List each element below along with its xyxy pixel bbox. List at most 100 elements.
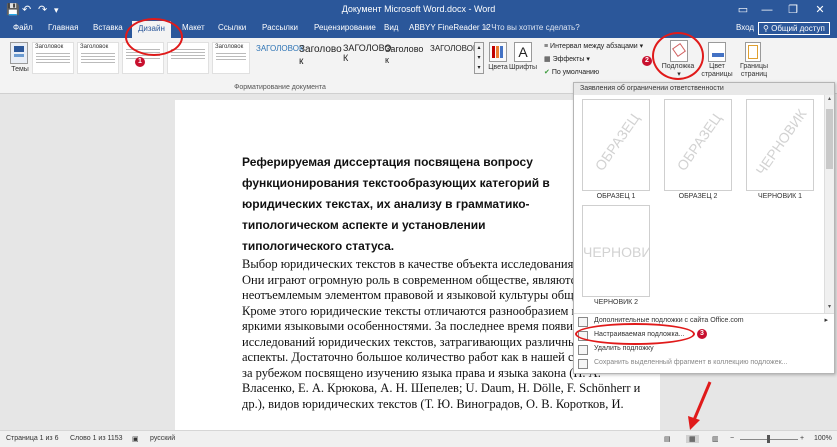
title-bar: 💾 ↶ ↷ ▾ Документ Microsoft Word.docx - W… xyxy=(0,0,837,20)
page-borders-icon[interactable] xyxy=(745,42,761,62)
fonts-label: Шрифты xyxy=(508,64,538,71)
checkmark-icon: ✔ xyxy=(544,69,552,76)
set-default-label: По умолчанию xyxy=(551,69,600,76)
web-layout-icon[interactable]: ▥ xyxy=(712,435,719,443)
tab-layout[interactable]: Макет xyxy=(182,23,205,32)
watermark-caption: ЧЕРНОВИК 1 xyxy=(757,193,803,200)
tab-home[interactable]: Главная xyxy=(48,23,78,32)
tab-abbyy[interactable]: ABBYY FineReader 12 xyxy=(409,23,491,32)
tab-references[interactable]: Ссылки xyxy=(218,23,246,32)
print-layout-icon[interactable]: ▦ xyxy=(686,435,699,443)
style-set-thumb[interactable]: Заголовок xyxy=(32,42,74,74)
set-default-button[interactable]: ✔ По умолчанию xyxy=(544,68,599,76)
ribbon-display-icon[interactable]: ▭ xyxy=(733,2,753,18)
tab-file[interactable]: Файл xyxy=(13,23,33,32)
chevron-down-icon: ▾ xyxy=(477,55,481,61)
style-set-thumb[interactable]: Заголовок xyxy=(77,42,119,74)
annotation-circle-custom-watermark xyxy=(575,323,695,345)
style-set-title: Заголовок xyxy=(215,44,244,50)
remove-watermark-icon xyxy=(578,345,588,355)
themes-label: Темы xyxy=(11,66,29,73)
effects-button[interactable]: ▦ Эффекты ▾ xyxy=(544,55,590,63)
effects-label: Эффекты xyxy=(552,56,585,63)
window-title: Документ Microsoft Word.docx - Word xyxy=(341,4,496,14)
watermark-caption: ЧЕРНОВИК 2 xyxy=(593,299,639,306)
style-set-title: Заголовок xyxy=(35,44,64,50)
watermark-option[interactable]: ЧЕРНОВИК xyxy=(582,205,650,297)
remove-watermark-label: Удалить подложку xyxy=(594,345,654,352)
zoom-slider-thumb[interactable] xyxy=(767,435,770,443)
submenu-arrow-icon: ▸ xyxy=(824,317,828,324)
language-indicator[interactable]: русский xyxy=(150,435,175,442)
save-watermark-item[interactable]: Сохранить выделенный фрагмент в коллекци… xyxy=(576,358,832,370)
chevron-up-icon[interactable]: ▴ xyxy=(825,95,834,102)
person-icon: ⚲ xyxy=(763,24,772,33)
scroll-thumb[interactable] xyxy=(826,109,833,169)
save-watermark-label: Сохранить выделенный фрагмент в коллекци… xyxy=(594,359,788,366)
annotation-arrow-print-layout xyxy=(688,381,712,430)
watermark-scrollbar[interactable]: ▴ ▾ xyxy=(824,95,834,313)
tab-view[interactable]: Вид xyxy=(384,23,398,32)
style-set-text: К xyxy=(343,53,349,63)
gallery-scroll[interactable]: ▴ ▾ ▾ xyxy=(474,42,484,74)
tab-review[interactable]: Рецензирование xyxy=(314,23,376,32)
annotation-number-1: 1 xyxy=(135,57,145,67)
page-color-label-2: страницы xyxy=(701,71,733,78)
page-borders-label-2: страниц xyxy=(740,71,768,78)
more-icon: ▾ xyxy=(477,65,481,71)
colors-icon[interactable] xyxy=(489,42,507,62)
page-color-icon[interactable] xyxy=(708,42,726,62)
sign-in-link[interactable]: Вход xyxy=(736,23,754,32)
watermark-preview-text: ЧЕРНОВИК xyxy=(752,106,810,178)
remove-watermark-item[interactable]: Удалить подложку xyxy=(576,344,832,356)
annotation-number-2: 2 xyxy=(642,56,652,66)
style-set-text[interactable]: Заголово xyxy=(385,44,423,54)
style-set-text[interactable]: ЗАГОЛОВОК xyxy=(430,44,478,53)
watermark-option[interactable]: ЧЕРНОВИК xyxy=(746,99,814,191)
effects-icon: ▦ xyxy=(544,56,553,63)
annotation-number-3: 3 xyxy=(697,329,707,339)
style-set-text: к xyxy=(299,56,304,67)
ribbon-group-caption: Форматирование документа xyxy=(234,84,326,91)
share-label: Общий доступ xyxy=(771,24,825,33)
watermark-gallery-header: Заявления об ограничении ответственности xyxy=(574,83,834,95)
paragraph-spacing-label: Интервал между абзацами xyxy=(550,43,638,50)
tell-me-text: Что вы хотите сделать? xyxy=(491,23,580,32)
style-set-text[interactable]: Заголово xyxy=(299,44,342,55)
read-mode-icon[interactable]: ▤ xyxy=(664,435,671,443)
watermark-preview-text: ОБРАЗЕЦ xyxy=(591,110,643,174)
word-count[interactable]: Слово 1 из 1153 xyxy=(70,435,123,442)
watermark-preview-text: ЧЕРНОВИК xyxy=(583,244,649,260)
lightbulb-icon: ♀ xyxy=(483,23,492,32)
watermark-option[interactable]: ОБРАЗЕЦ xyxy=(582,99,650,191)
zoom-out-icon[interactable]: − xyxy=(730,435,734,442)
page-count[interactable]: Страница 1 из 6 xyxy=(6,435,58,442)
restore-button[interactable]: ❐ xyxy=(783,2,803,18)
document-heading[interactable]: Реферируемая диссертация посвящена вопро… xyxy=(242,152,582,257)
tab-insert[interactable]: Вставка xyxy=(93,23,123,32)
themes-icon[interactable] xyxy=(10,42,28,64)
watermark-option[interactable]: ОБРАЗЕЦ xyxy=(664,99,732,191)
tell-me-search[interactable]: ♀ Что вы хотите сделать? xyxy=(483,23,580,32)
chevron-up-icon: ▴ xyxy=(477,45,481,51)
watermark-caption: ОБРАЗЕЦ 1 xyxy=(596,193,636,200)
zoom-in-icon[interactable]: + xyxy=(800,435,804,442)
tab-mailings[interactable]: Рассылки xyxy=(262,23,298,32)
chevron-down-icon[interactable]: ▾ xyxy=(825,303,834,310)
minimize-button[interactable]: — xyxy=(757,2,777,18)
save-selection-icon xyxy=(578,359,588,369)
zoom-level[interactable]: 100% xyxy=(814,435,832,442)
status-bar: Страница 1 из 6 Слово 1 из 1153 ▣ русски… xyxy=(0,430,837,447)
close-button[interactable]: ✕ xyxy=(810,2,830,18)
proofing-icon[interactable]: ▣ xyxy=(132,435,139,443)
annotation-circle-design-tab xyxy=(125,18,183,56)
share-button[interactable]: ⚲ Общий доступ xyxy=(758,22,830,35)
fonts-icon[interactable]: A xyxy=(514,42,532,62)
style-set-thumb[interactable]: Заголовок xyxy=(212,42,250,74)
paragraph-spacing-button[interactable]: ≡ Интервал между абзацами ▾ xyxy=(544,42,643,50)
style-set-text[interactable]: ЗАГОЛОВОК xyxy=(256,44,304,53)
page-color-label: Цвет xyxy=(709,63,725,70)
office-icon xyxy=(578,317,588,327)
style-set-title: Заголовок xyxy=(80,44,109,50)
annotation-circle-watermark xyxy=(652,32,704,80)
